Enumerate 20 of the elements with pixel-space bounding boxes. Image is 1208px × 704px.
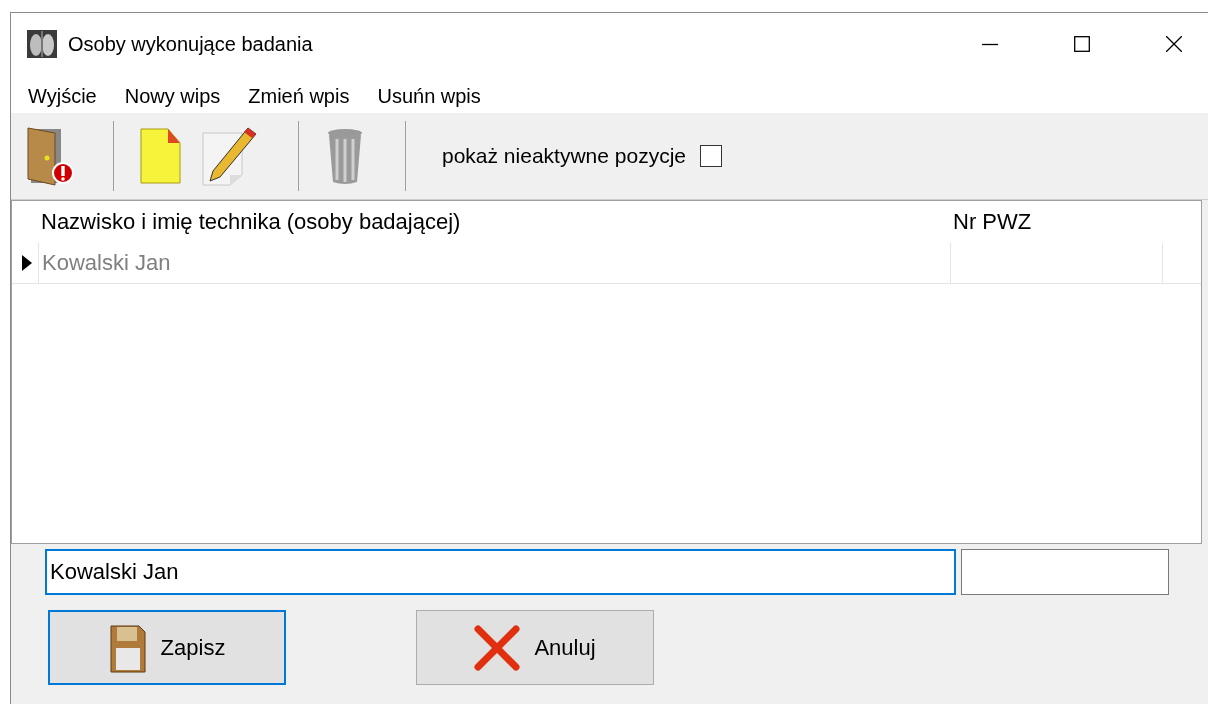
checkbox[interactable] <box>700 145 722 167</box>
save-button[interactable]: Zapisz <box>48 610 286 685</box>
door-icon[interactable] <box>25 125 75 187</box>
cancel-button[interactable]: Anuluj <box>416 610 654 685</box>
app-icon <box>27 29 57 59</box>
menu-item[interactable]: Nowy wips <box>115 84 230 108</box>
document-icon[interactable] <box>138 125 182 187</box>
menu-item[interactable]: Zmień wpis <box>239 84 359 108</box>
pwz-field[interactable] <box>961 549 1169 595</box>
column-header[interactable]: Nazwisko i imię technika (osoby badającej) <box>39 209 951 235</box>
close-icon[interactable] <box>1166 36 1182 52</box>
table-cell: Kowalski Jan <box>39 243 951 283</box>
name-field[interactable]: Kowalski Jan <box>45 549 956 595</box>
cross-icon <box>474 624 521 671</box>
menu-item[interactable]: Wyjście <box>19 84 106 108</box>
menu-item[interactable]: Usuńn wpis <box>368 84 490 108</box>
column-header[interactable]: Nr PWZ <box>951 209 1163 235</box>
checkbox-label: pokaż nieaktywne pozycje <box>442 144 686 168</box>
window-title: Osoby wykonujące badania <box>68 32 314 56</box>
maximize-icon[interactable] <box>1074 36 1090 52</box>
